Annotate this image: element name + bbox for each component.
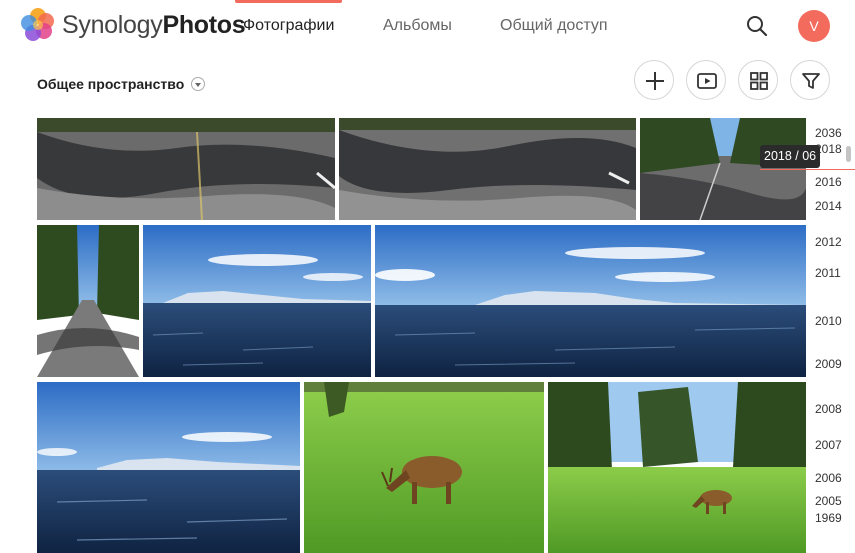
view-mode-button[interactable] [738,60,778,100]
timeline-year[interactable]: 2012 [815,235,842,249]
photo-thumbnail [143,225,371,377]
space-dropdown-icon[interactable] [191,77,205,91]
photo-road-forest[interactable] [37,225,139,377]
synology-photos-logo [21,8,54,41]
photo-thumbnail [548,382,806,553]
timeline-year[interactable]: 2036 [815,126,842,140]
photo-thumbnail [37,225,139,377]
timeline-year[interactable]: 1969 [815,511,842,525]
timeline-year[interactable]: 2005 [815,494,842,508]
photo-road-2[interactable] [339,118,636,220]
plus-icon [646,72,664,90]
timeline-year[interactable]: 2016 [815,175,842,189]
tab-photos[interactable]: Фотографии [234,0,343,52]
timeline-year[interactable]: 2008 [815,402,842,416]
timeline-year[interactable]: 2009 [815,357,842,371]
timeline-scroll-handle[interactable] [846,146,851,162]
user-avatar[interactable]: V [798,10,830,42]
timeline-position-line [760,169,855,170]
app-title: SynologyPhotos [62,11,246,39]
photo-lake-2[interactable] [375,225,806,377]
photo-thumbnail [37,118,335,220]
app-header: SynologyPhotos Фотографии Альбомы Общий … [0,0,855,52]
space-title: Общее пространство [37,76,185,92]
photo-lake-1[interactable] [143,225,371,377]
timeline-year[interactable]: 2010 [815,314,842,328]
timeline-year[interactable]: 2006 [815,471,842,485]
search-icon[interactable] [746,15,768,37]
photo-road-1[interactable] [37,118,335,220]
timeline-year[interactable]: 2014 [815,199,842,213]
timeline-year[interactable]: 2011 [815,266,841,280]
filter-button[interactable] [790,60,830,100]
photo-thumbnail [304,382,544,553]
photo-thumbnail [37,382,300,553]
timeline-current-badge: 2018 / 06 [760,145,821,168]
tab-sharing[interactable]: Общий доступ [500,0,608,52]
add-button[interactable] [634,60,674,100]
photo-elk-2[interactable] [548,382,806,553]
grid-view-icon [750,72,768,90]
slideshow-icon [697,73,717,89]
filter-icon [802,73,820,89]
slideshow-button[interactable] [686,60,726,100]
timeline-year[interactable]: 2007 [815,438,842,452]
photo-thumbnail [375,225,806,377]
photo-elk-1[interactable] [304,382,544,553]
tab-albums[interactable]: Альбомы [383,0,452,52]
photo-thumbnail [339,118,636,220]
photo-lake-3[interactable] [37,382,300,553]
